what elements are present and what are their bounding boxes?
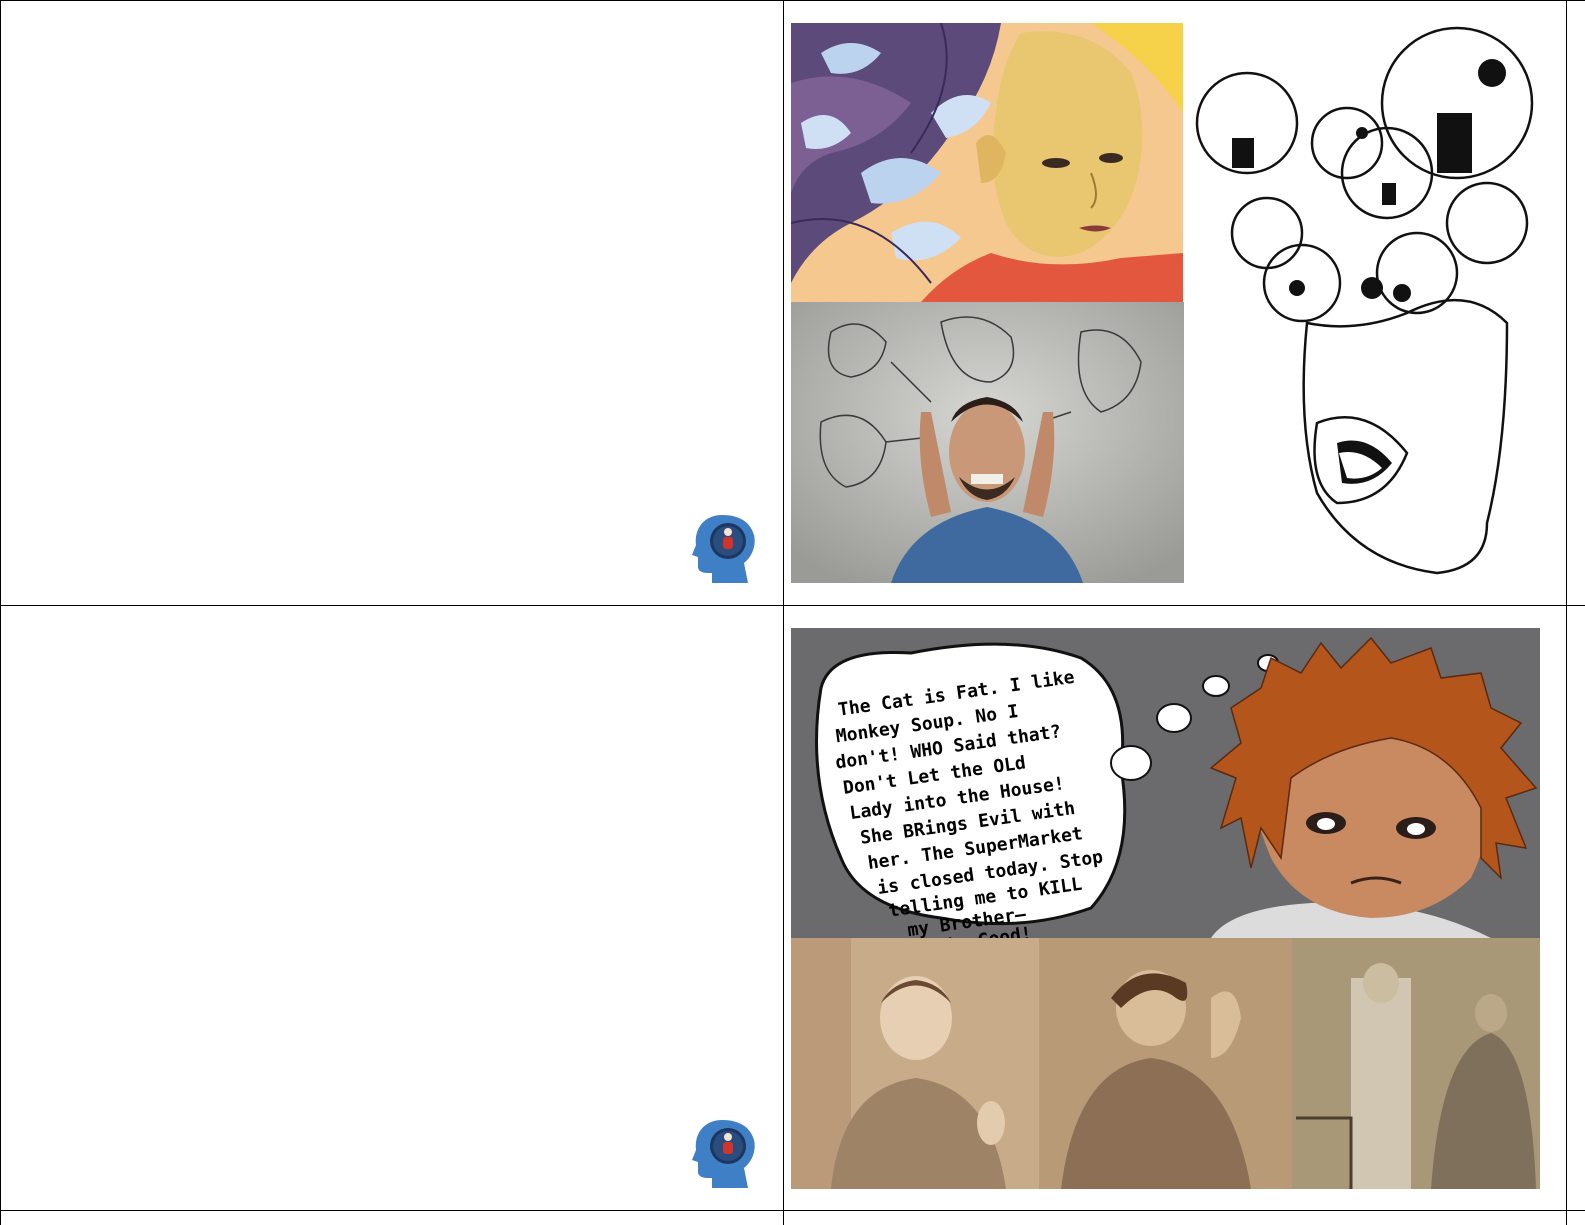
swirling-face-illustration bbox=[791, 23, 1183, 302]
brain-head-icon bbox=[692, 515, 755, 583]
man-covering-ears-voices-photo bbox=[791, 302, 1184, 583]
table-border-bottom bbox=[0, 1210, 1585, 1211]
card1-text-panel[interactable] bbox=[1, 1, 783, 605]
table-border-right bbox=[1566, 0, 1567, 1225]
card2-text-panel[interactable] bbox=[1, 606, 783, 1210]
comic-thought-bubble-illustration: The Cat is Fat. I like Monkey Soup. No I… bbox=[791, 628, 1540, 938]
brain-head-icon bbox=[692, 1120, 755, 1188]
historical-patient-photos bbox=[791, 938, 1540, 1189]
table-column-divider bbox=[783, 0, 784, 1225]
screaming-faces-sketch bbox=[1187, 23, 1559, 583]
